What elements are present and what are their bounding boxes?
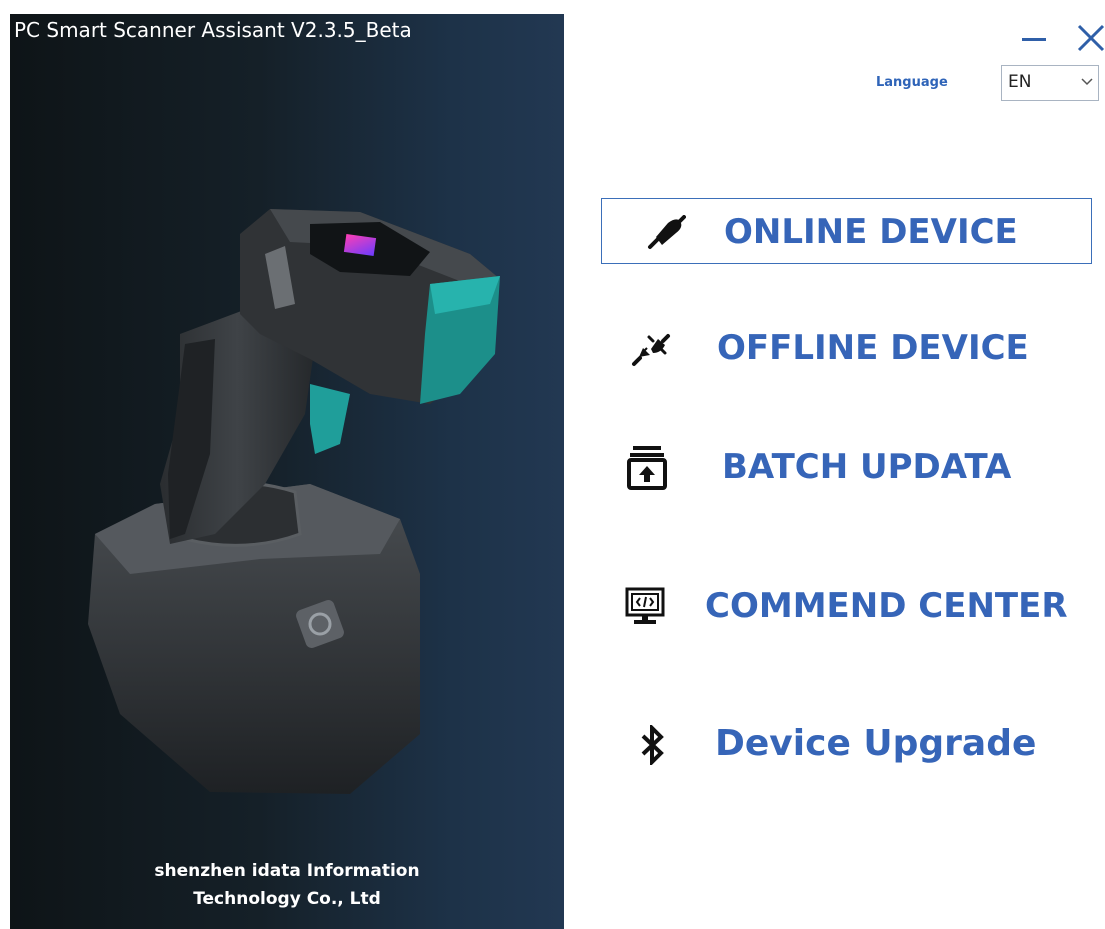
company-name: shenzhen idata Information Technology Co… [10, 857, 564, 913]
company-name-line2: Technology Co., Ltd [193, 889, 381, 909]
plug-disconnected-icon [632, 334, 670, 366]
batch-update-button[interactable]: BATCH UPDATA [601, 434, 1092, 500]
close-icon [1077, 24, 1105, 52]
company-name-line1: shenzhen idata Information [154, 861, 420, 881]
close-button[interactable] [1074, 22, 1105, 52]
plug-connected-icon [648, 215, 686, 249]
app-title: PC Smart Scanner Assisant V2.3.5_Beta [14, 18, 412, 42]
language-label: Language [876, 75, 948, 90]
banner-panel: PC Smart Scanner Assisant V2.3.5_Beta sh… [10, 14, 564, 929]
chevron-down-icon [1081, 78, 1093, 86]
language-selected-value: EN [1008, 72, 1032, 92]
device-upgrade-button[interactable]: Device Upgrade [601, 711, 1092, 777]
command-center-label: COMMEND CENTER [705, 586, 1068, 626]
offline-device-label: OFFLINE DEVICE [717, 328, 1029, 368]
minimize-button[interactable] [1018, 22, 1052, 52]
scanner-product-image [88, 209, 500, 794]
batch-update-label: BATCH UPDATA [722, 447, 1012, 487]
monitor-code-icon [625, 587, 665, 624]
online-device-button[interactable]: ONLINE DEVICE [601, 198, 1092, 264]
device-upgrade-label: Device Upgrade [715, 723, 1037, 764]
upload-box-icon [627, 446, 667, 490]
bluetooth-icon [641, 725, 664, 765]
command-center-button[interactable]: COMMEND CENTER [601, 573, 1092, 639]
online-device-label: ONLINE DEVICE [724, 212, 1018, 252]
language-select[interactable]: EN [1001, 65, 1099, 101]
app-window: PC Smart Scanner Assisant V2.3.5_Beta sh… [0, 0, 1105, 929]
offline-device-button[interactable]: OFFLINE DEVICE [601, 315, 1092, 381]
